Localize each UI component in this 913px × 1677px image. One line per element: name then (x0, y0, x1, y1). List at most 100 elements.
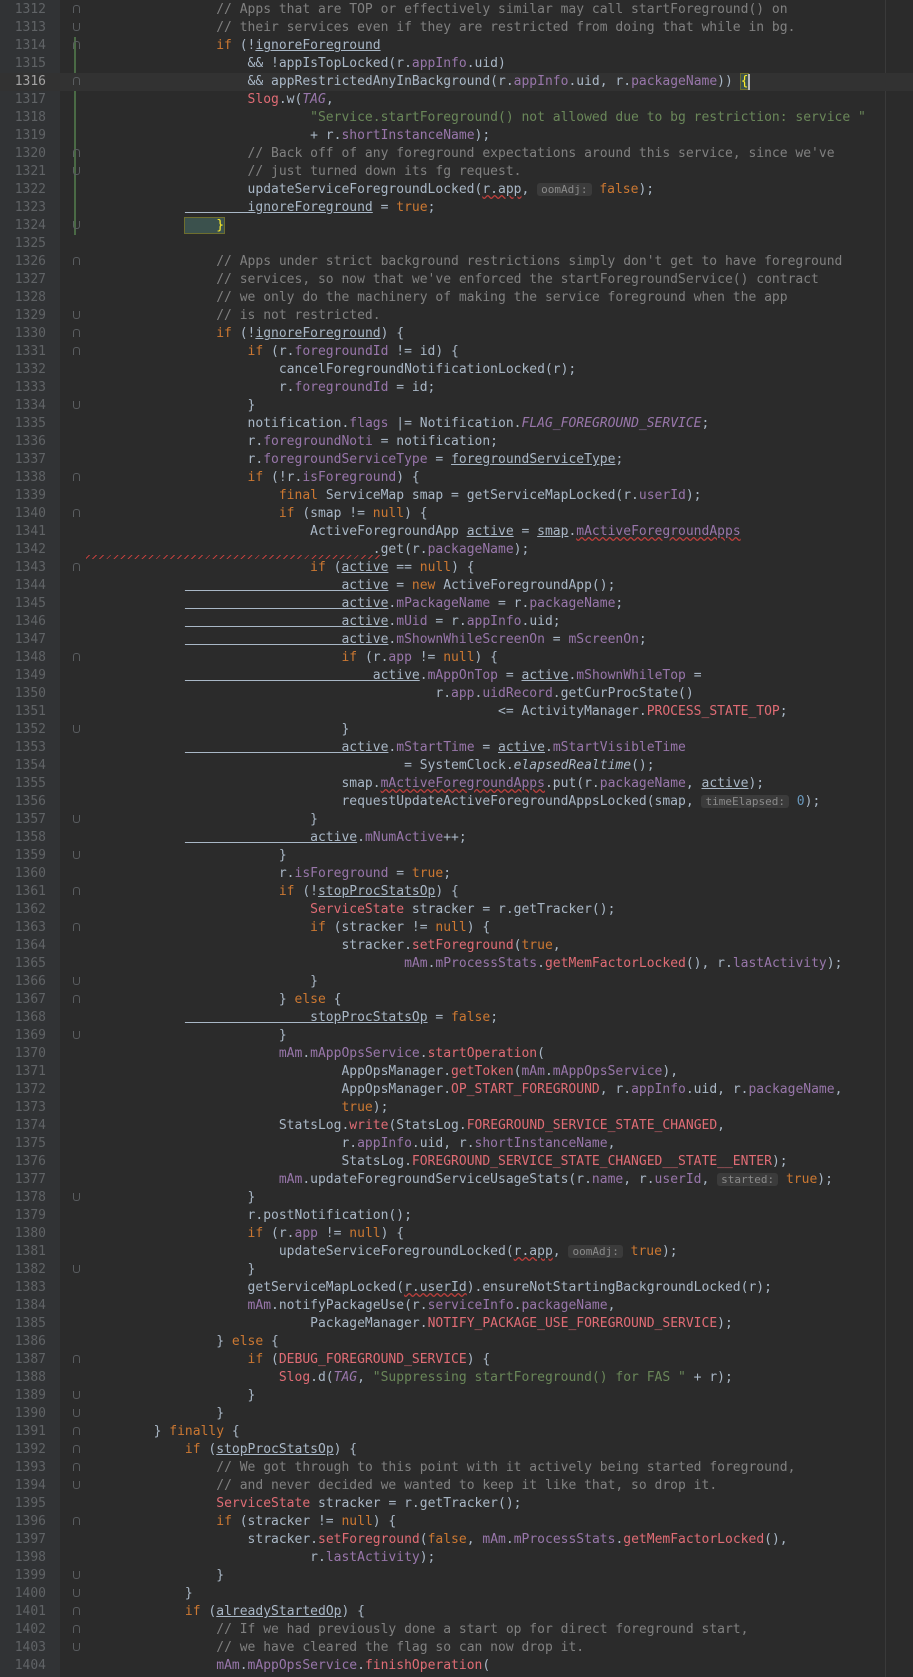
line-number[interactable]: 1395 (0, 1495, 46, 1513)
code-line[interactable]: 1315 && !appIsTopLocked(r.appInfo.uid) (0, 55, 913, 73)
line-number[interactable]: 1377 (0, 1171, 46, 1189)
line-number[interactable]: 1394 (0, 1477, 46, 1495)
code-line[interactable]: 1380 if (r.app != null) { (0, 1225, 913, 1243)
code-text[interactable]: // just turned down its fg request. (91, 163, 522, 181)
line-number[interactable]: 1370 (0, 1045, 46, 1063)
code-line[interactable]: 1320 // Back off of any foreground expec… (0, 145, 913, 163)
code-text[interactable]: if (alreadyStartedOp) { (91, 1603, 365, 1621)
code-line[interactable]: 1353 active.mStartTime = active.mStartVi… (0, 739, 913, 757)
code-text[interactable]: r.foregroundId = id; (91, 379, 436, 397)
code-text[interactable]: active = new ActiveForegroundApp(); (91, 577, 615, 595)
code-line[interactable]: 1388 Slog.d(TAG, "Suppressing startForeg… (0, 1369, 913, 1387)
line-number[interactable]: 1398 (0, 1549, 46, 1567)
code-text[interactable]: getServiceMapLocked(r.userId).ensureNotS… (91, 1279, 772, 1297)
code-text[interactable]: r.foregroundNoti = notification; (91, 433, 498, 451)
code-line[interactable]: 1330 if (!ignoreForeground) { (0, 325, 913, 343)
code-text[interactable]: StatsLog.FOREGROUND_SERVICE_STATE_CHANGE… (91, 1153, 787, 1171)
code-text[interactable]: stracker.setForeground(false, mAm.mProce… (91, 1531, 788, 1549)
code-line[interactable]: 1350 r.app.uidRecord.getCurProcState() (0, 685, 913, 703)
code-text[interactable]: requestUpdateActiveForegroundAppsLocked(… (91, 793, 820, 811)
code-text[interactable]: // is not restricted. (91, 307, 380, 325)
line-number[interactable]: 1367 (0, 991, 46, 1009)
code-line[interactable]: 1359 } (0, 847, 913, 865)
line-number[interactable]: 1317 (0, 91, 46, 109)
fold-marker-icon[interactable] (73, 1391, 80, 1399)
line-number[interactable]: 1363 (0, 919, 46, 937)
line-number[interactable]: 1379 (0, 1207, 46, 1225)
code-line[interactable]: 1327 // services, so now that we've enfo… (0, 271, 913, 289)
fold-marker-icon[interactable] (73, 473, 80, 481)
code-line[interactable]: 1366 } (0, 973, 913, 991)
line-number[interactable]: 1387 (0, 1351, 46, 1369)
code-line[interactable]: 1342 .get(r.packageName); (0, 541, 913, 559)
line-number[interactable]: 1402 (0, 1621, 46, 1639)
line-number[interactable]: 1315 (0, 55, 46, 73)
code-text[interactable]: mAm.updateForegroundServiceUsageStats(r.… (91, 1171, 833, 1189)
fold-marker-icon[interactable] (73, 1445, 80, 1453)
code-line[interactable]: 1323 ignoreForeground = true; (0, 199, 913, 217)
code-text[interactable]: if (!r.isForeground) { (91, 469, 420, 487)
line-number[interactable]: 1335 (0, 415, 46, 433)
fold-marker-icon[interactable] (73, 329, 80, 337)
code-line[interactable]: 1369 } (0, 1027, 913, 1045)
code-line[interactable]: 1325 (0, 235, 913, 253)
code-line[interactable]: 1395 ServiceState stracker = r.getTracke… (0, 1495, 913, 1513)
code-text[interactable]: if (stracker != null) { (91, 1513, 396, 1531)
code-text[interactable]: // services, so now that we've enforced … (91, 271, 819, 289)
line-number[interactable]: 1359 (0, 847, 46, 865)
fold-marker-icon[interactable] (73, 1409, 80, 1417)
code-line[interactable]: 1357 } (0, 811, 913, 829)
code-line[interactable]: 1343 if (active == null) { (0, 559, 913, 577)
line-number[interactable]: 1344 (0, 577, 46, 595)
code-text[interactable]: if (!ignoreForeground (91, 37, 380, 55)
fold-marker-icon[interactable] (73, 977, 80, 985)
line-number[interactable]: 1396 (0, 1513, 46, 1531)
code-text[interactable]: } (91, 1027, 287, 1045)
code-line[interactable]: 1370 mAm.mAppOpsService.startOperation( (0, 1045, 913, 1063)
code-text[interactable]: // We got through to this point with it … (91, 1459, 795, 1477)
code-line[interactable]: 1371 AppOpsManager.getToken(mAm.mAppOpsS… (0, 1063, 913, 1081)
line-number[interactable]: 1353 (0, 739, 46, 757)
code-text[interactable]: updateServiceForegroundLocked(r.app, oom… (91, 181, 655, 199)
code-line[interactable]: 1355 smap.mActiveForegroundApps.put(r.pa… (0, 775, 913, 793)
line-number[interactable]: 1326 (0, 253, 46, 271)
code-line[interactable]: 1326 // Apps under strict background res… (0, 253, 913, 271)
line-number[interactable]: 1325 (0, 235, 46, 253)
code-text[interactable]: active.mPackageName = r.packageName; (91, 595, 623, 613)
line-number[interactable]: 1331 (0, 343, 46, 361)
line-number[interactable]: 1343 (0, 559, 46, 577)
code-line[interactable]: 1335 notification.flags |= Notification.… (0, 415, 913, 433)
code-text[interactable]: r.isForeground = true; (91, 865, 451, 883)
fold-marker-icon[interactable] (73, 41, 80, 49)
code-text[interactable]: if (stopProcStatsOp) { (91, 1441, 357, 1459)
line-number[interactable]: 1375 (0, 1135, 46, 1153)
code-text[interactable]: } (91, 1567, 224, 1585)
code-text[interactable]: active.mAppOnTop = active.mShownWhileTop… (91, 667, 702, 685)
line-number[interactable]: 1336 (0, 433, 46, 451)
line-number[interactable]: 1403 (0, 1639, 46, 1657)
code-text[interactable]: r.app.uidRecord.getCurProcState() (91, 685, 693, 703)
code-line[interactable]: 1396 if (stracker != null) { (0, 1513, 913, 1531)
code-line[interactable]: 1399 } (0, 1567, 913, 1585)
code-text[interactable]: stopProcStatsOp = false; (91, 1009, 498, 1027)
fold-marker-icon[interactable] (73, 1265, 80, 1273)
code-line[interactable]: 1334 } (0, 397, 913, 415)
code-text[interactable]: true); (91, 1099, 388, 1117)
line-number[interactable]: 1339 (0, 487, 46, 505)
code-text[interactable]: } (91, 973, 318, 991)
code-text[interactable]: + r.shortInstanceName); (91, 127, 490, 145)
line-number[interactable]: 1329 (0, 307, 46, 325)
fold-marker-icon[interactable] (73, 149, 80, 157)
line-number[interactable]: 1312 (0, 1, 46, 19)
code-text[interactable]: if (!ignoreForeground) { (91, 325, 404, 343)
code-line[interactable]: 1397 stracker.setForeground(false, mAm.m… (0, 1531, 913, 1549)
code-text[interactable]: mAm.mAppOpsService.finishOperation( (91, 1657, 490, 1675)
code-text[interactable]: // their services even if they are restr… (91, 19, 795, 37)
fold-marker-icon[interactable] (73, 851, 80, 859)
code-text[interactable]: // and never decided we wanted to keep i… (91, 1477, 717, 1495)
code-line[interactable]: 1322 updateServiceForegroundLocked(r.app… (0, 181, 913, 199)
line-number[interactable]: 1372 (0, 1081, 46, 1099)
line-number[interactable]: 1385 (0, 1315, 46, 1333)
code-line[interactable]: 1356 requestUpdateActiveForegroundAppsLo… (0, 793, 913, 811)
code-line[interactable]: 1319 + r.shortInstanceName); (0, 127, 913, 145)
